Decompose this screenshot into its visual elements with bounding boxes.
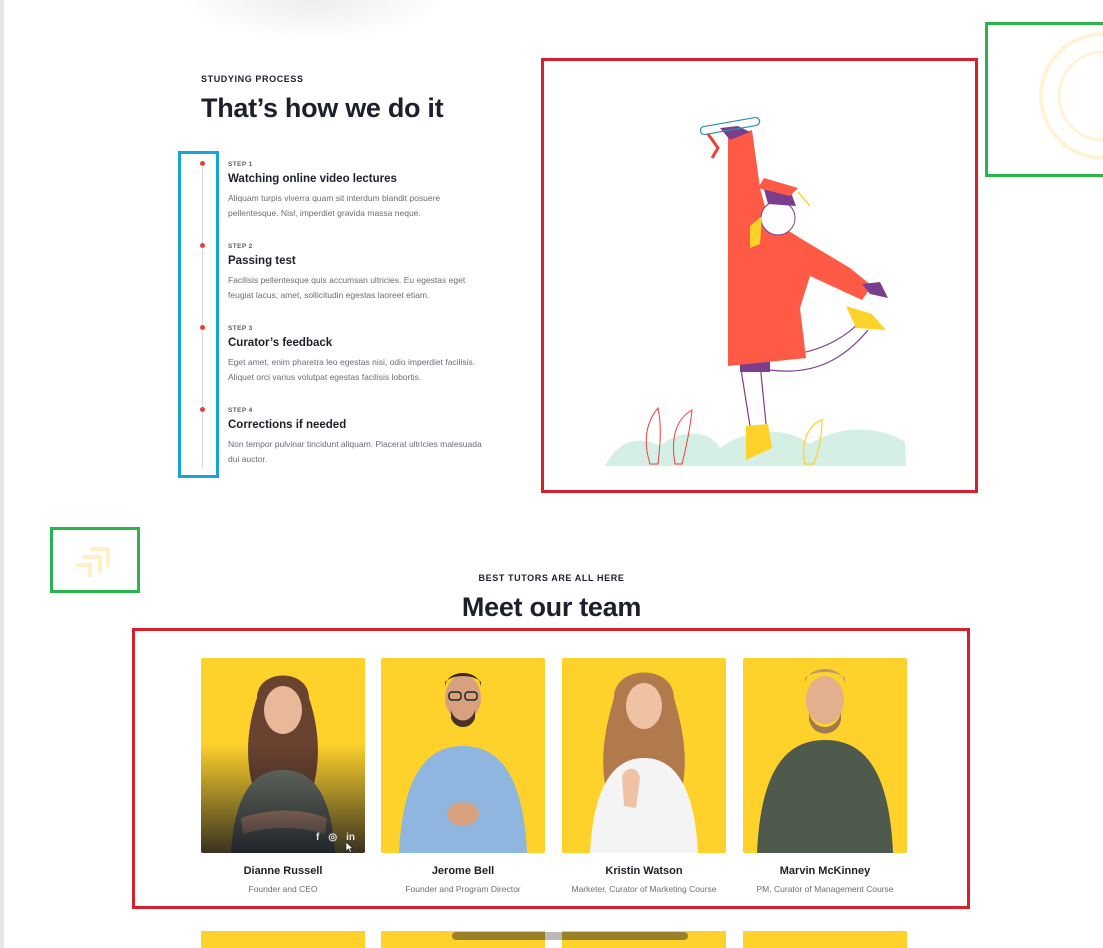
team-card[interactable]: f ◎ in Dianne Russell Founder and CEO xyxy=(201,658,365,894)
process-step: STEP 1 Watching online video lectures Al… xyxy=(228,161,488,221)
process-eyebrow: STUDYING PROCESS xyxy=(201,74,304,84)
page-left-edge xyxy=(0,0,4,948)
timeline-dot xyxy=(200,407,205,412)
top-shadow-decoration xyxy=(178,0,448,40)
step-label: STEP 3 xyxy=(228,325,253,332)
step-title: Passing test xyxy=(228,255,296,267)
mouse-cursor-icon xyxy=(346,842,354,853)
process-step: STEP 4 Corrections if needed Non tempor … xyxy=(228,407,488,467)
timeline-dot xyxy=(200,243,205,248)
person-photo xyxy=(757,669,893,853)
person-photo xyxy=(399,673,527,853)
member-name: Jerome Bell xyxy=(431,865,495,877)
circle-decoration-icon xyxy=(1039,32,1103,160)
team-card[interactable]: Jerome Bell Founder and Program Director xyxy=(381,658,545,894)
team-card-partial xyxy=(201,931,365,948)
team-card[interactable]: Marvin McKinney PM, Curator of Managemen… xyxy=(743,658,907,894)
member-role: Marketer, Curator of Marketing Course xyxy=(571,884,717,894)
process-step: STEP 3 Curator’s feedback Eget amet, eni… xyxy=(228,325,488,385)
step-label: STEP 1 xyxy=(228,161,253,168)
team-photo: f ◎ in xyxy=(201,658,365,853)
timeline-dot xyxy=(200,161,205,166)
member-role: Founder and Program Director xyxy=(405,884,521,894)
member-role: Founder and CEO xyxy=(248,884,318,894)
member-name: Dianne Russell xyxy=(243,865,323,877)
timeline-dot xyxy=(200,325,205,330)
scrollbar-thumb[interactable] xyxy=(545,932,562,940)
facebook-icon[interactable]: f xyxy=(316,833,319,843)
step-description: Aliquam turpis viverra quam sit interdum… xyxy=(228,193,441,218)
team-card[interactable]: Kristin Watson Marketer, Curator of Mark… xyxy=(562,658,726,894)
team-card-partial xyxy=(743,931,907,948)
step-label: STEP 2 xyxy=(228,243,253,250)
team-title: Meet our team xyxy=(461,592,642,622)
step-description: Facilisis pellentesque quis accumsan ult… xyxy=(228,275,466,300)
step-title: Corrections if needed xyxy=(228,419,347,431)
horizontal-scrollbar[interactable] xyxy=(452,932,688,940)
process-title: That’s how we do it xyxy=(201,93,444,123)
timeline-highlight-box xyxy=(178,151,219,478)
graduate-illustration xyxy=(605,116,906,466)
team-photo xyxy=(381,658,545,853)
timeline-line xyxy=(202,163,203,468)
member-name: Marvin McKinney xyxy=(779,865,871,877)
member-role: PM, Curator of Management Course xyxy=(756,884,894,894)
step-title: Watching online video lectures xyxy=(228,173,397,185)
process-step: STEP 2 Passing test Facilisis pellentesq… xyxy=(228,243,488,303)
step-description: Non tempor pulvinar tincidunt aliquam. P… xyxy=(228,439,482,464)
person-photo xyxy=(590,672,698,853)
step-label: STEP 4 xyxy=(228,407,253,414)
member-name: Kristin Watson xyxy=(605,865,683,877)
step-title: Curator’s feedback xyxy=(228,337,333,349)
team-eyebrow: BEST TUTORS ARE ALL HERE xyxy=(478,573,625,583)
team-photo xyxy=(743,658,907,853)
team-photo xyxy=(562,658,726,853)
instagram-icon[interactable]: ◎ xyxy=(328,833,337,843)
step-description: Eget amet, enim pharetra leo egestas nis… xyxy=(228,357,476,382)
